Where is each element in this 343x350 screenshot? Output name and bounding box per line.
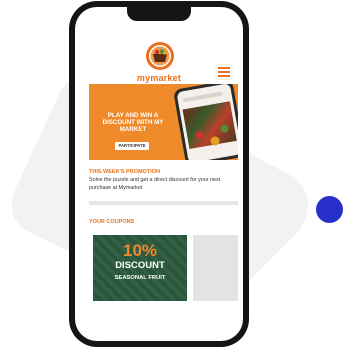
promo-banner[interactable]: PLAY AND WIN A DISCOUNT WITH MY MARKET P… — [89, 84, 238, 160]
banner-phone-illustration — [173, 84, 238, 160]
section-divider — [89, 201, 238, 205]
stage: mymarket PLAY AND WIN A DISCOUNT WITH MY… — [0, 0, 343, 350]
banner-headline: PLAY AND WIN A DISCOUNT WITH MY MARKET — [102, 112, 164, 133]
phone-frame: mymarket PLAY AND WIN A DISCOUNT WITH MY… — [69, 1, 249, 347]
coupons-title: YOUR COUPONS — [89, 219, 135, 225]
coupon-category: SEASONAL FRUIT — [114, 275, 166, 281]
promotion-title: THIS WEEK'S PROMOTION — [89, 169, 160, 175]
accent-dot — [316, 196, 343, 223]
coupon-label: DISCOUNT — [115, 260, 165, 271]
app-header: mymarket — [75, 29, 243, 83]
coupon-card-placeholder[interactable] — [193, 235, 238, 301]
hamburger-menu-icon[interactable] — [218, 67, 230, 77]
coupon-card[interactable]: 10% DISCOUNT SEASONAL FRUIT — [93, 235, 187, 301]
basket-icon[interactable] — [145, 41, 175, 71]
promotion-description: Solve the puzzle and get a direct discou… — [89, 177, 221, 191]
phone-screen: mymarket PLAY AND WIN A DISCOUNT WITH MY… — [75, 7, 243, 341]
participate-button[interactable]: PARTICIPATE — [115, 142, 149, 150]
phone-notch — [127, 7, 191, 21]
coupon-percent: 10% — [122, 241, 158, 260]
